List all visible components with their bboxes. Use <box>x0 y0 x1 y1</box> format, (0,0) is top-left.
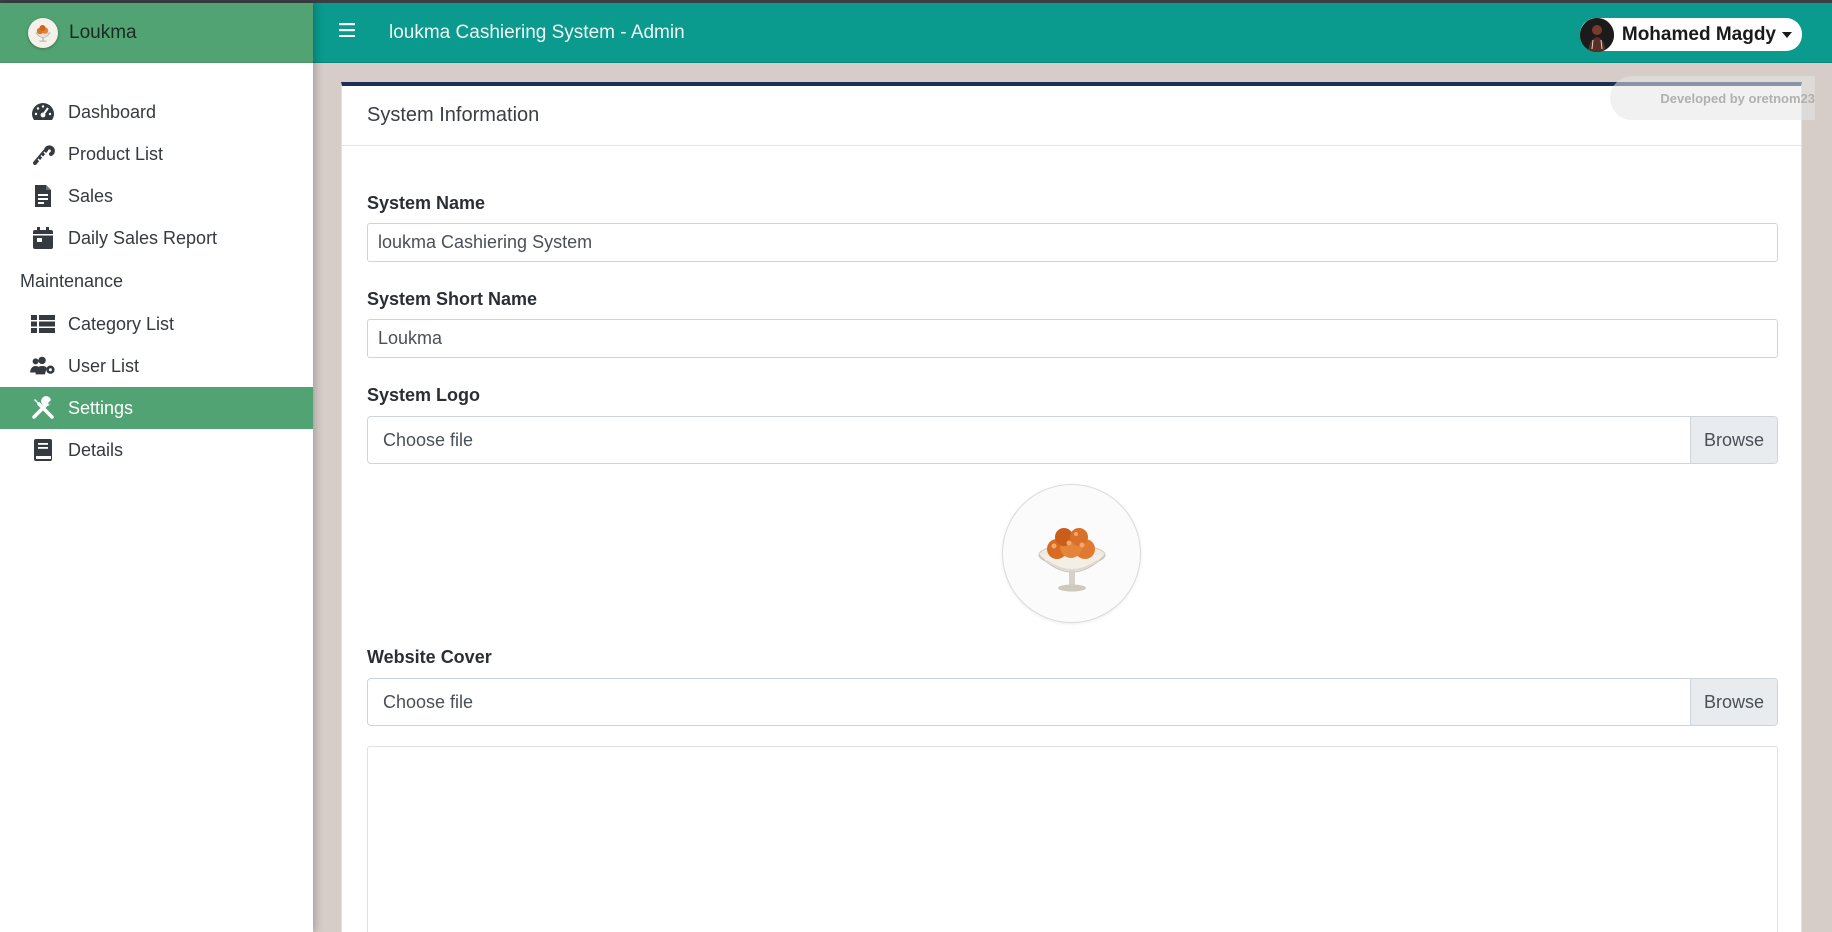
list-icon <box>30 311 56 337</box>
sidebar-section-header: Maintenance <box>20 270 124 291</box>
system-name-label: System Name <box>367 193 486 213</box>
sidebar-item-settings[interactable]: Settings <box>0 387 313 429</box>
sidebar-item-details[interactable]: Details <box>0 429 313 471</box>
users-cog-icon <box>30 353 56 379</box>
brand-logo-icon <box>28 17 58 48</box>
brand-link[interactable]: Loukma <box>0 3 313 63</box>
card-header: System Information <box>342 86 1801 146</box>
system-logo-label: System Logo <box>367 385 481 405</box>
sidebar-nav: Dashboard Product List Sales Daily Sales… <box>0 63 313 471</box>
dashboard-gauge-icon <box>30 99 56 125</box>
sidebar-item-category-list[interactable]: Category List <box>0 303 313 345</box>
sidebar-item-label: Sales <box>68 185 114 206</box>
app-title: loukma Cashiering System - Admin <box>389 21 685 43</box>
sidebar-item-dashboard[interactable]: Dashboard <box>0 91 313 133</box>
logo-preview-wrap <box>367 484 1776 623</box>
card-title: System Information <box>367 104 540 126</box>
developer-badge: Developed by oretnom23 <box>1610 76 1815 120</box>
system-name-input[interactable]: loukma Cashiering System <box>367 223 1778 262</box>
logo-preview-image <box>1002 484 1141 623</box>
calendar-icon <box>30 225 56 251</box>
sidebar-item-product-list[interactable]: Product List <box>0 133 313 175</box>
chevron-down-icon <box>1782 31 1792 38</box>
sidebar-item-label: Category List <box>68 313 175 334</box>
brand-name: Loukma <box>69 21 137 43</box>
sidebar-item-daily-sales-report[interactable]: Daily Sales Report <box>0 217 313 259</box>
cover-file-text[interactable]: Choose file <box>368 679 1690 725</box>
sidebar-item-label: Details <box>68 439 124 460</box>
book-icon <box>30 437 56 463</box>
sidebar-item-label: Product List <box>68 143 164 164</box>
user-name: Mohamed Magdy <box>1621 23 1776 45</box>
user-dropdown[interactable]: Mohamed Magdy <box>1579 17 1802 52</box>
system-short-name-input[interactable]: Loukma <box>367 319 1778 358</box>
sidebar-item-label: User List <box>68 355 140 376</box>
developer-badge-text: Developed by oretnom23 <box>1660 90 1815 106</box>
top-navbar: loukma Cashiering System - Admin Mohamed… <box>313 3 1832 63</box>
system-short-name-label: System Short Name <box>367 289 538 309</box>
sidebar-item-label: Daily Sales Report <box>68 227 218 248</box>
avatar <box>1579 17 1614 52</box>
hamburger-menu-icon[interactable] <box>339 23 361 42</box>
sidebar-item-label: Dashboard <box>68 101 157 122</box>
sidebar-item-label: Settings <box>68 397 134 418</box>
candy-cane-icon <box>30 141 56 167</box>
sidebar-item-user-list[interactable]: User List <box>0 345 313 387</box>
cover-preview-box <box>367 746 1778 932</box>
website-cover-file-input[interactable]: Choose file Browse <box>367 678 1778 726</box>
tools-icon <box>30 395 56 421</box>
file-invoice-icon <box>30 183 56 209</box>
sidebar-item-sales[interactable]: Sales <box>0 175 313 217</box>
cover-browse-button[interactable]: Browse <box>1690 679 1777 725</box>
logo-browse-button[interactable]: Browse <box>1690 417 1777 463</box>
sidebar: Loukma Dashboard Product List Sales Dail… <box>0 3 313 932</box>
system-logo-file-input[interactable]: Choose file Browse <box>367 416 1778 464</box>
settings-form: System Name loukma Cashiering System Sys… <box>342 193 1801 932</box>
system-information-card: System Information Developed by oretnom2… <box>341 76 1815 932</box>
logo-file-text[interactable]: Choose file <box>368 417 1690 463</box>
website-cover-label: Website Cover <box>367 647 492 667</box>
